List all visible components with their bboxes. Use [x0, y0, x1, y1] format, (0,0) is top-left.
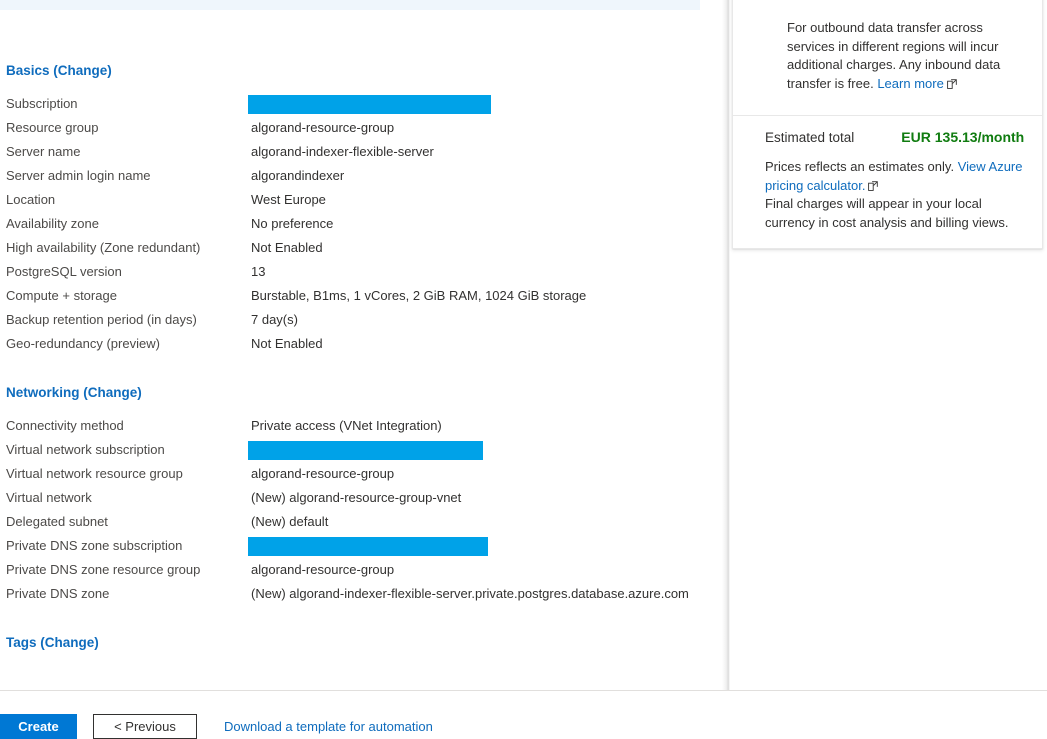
basics-value: Burstable, B1ms, 1 vCores, 2 GiB RAM, 10… — [251, 288, 587, 303]
networking-label: Virtual network resource group — [6, 466, 183, 481]
networking-row: Private DNS zone subscription — [0, 534, 722, 558]
basics-value: 13 — [251, 264, 266, 279]
basics-value: algorand-resource-group — [251, 120, 395, 135]
estimated-total-row: Estimated total EUR 135.13/month — [733, 116, 1042, 158]
basics-change-link[interactable]: Basics (Change) — [6, 63, 112, 78]
basics-label: Availability zone — [6, 216, 99, 231]
networking-label: Private DNS zone — [6, 586, 110, 601]
cost-estimate-panel: Bandwidth For outbound data transfer acr… — [732, 0, 1043, 249]
bandwidth-section-header[interactable]: Bandwidth — [733, 0, 1042, 11]
estimated-total-value: EUR 135.13/month — [901, 129, 1025, 145]
networking-value: (New) algorand-resource-group-vnet — [251, 490, 462, 505]
networking-row: Virtual network subscription — [0, 438, 722, 462]
networking-row: Private DNS zone (New) algorand-indexer-f… — [0, 582, 722, 606]
networking-label: Connectivity method — [6, 418, 124, 433]
networking-change-link[interactable]: Networking (Change) — [6, 385, 142, 400]
external-link-icon — [946, 76, 957, 89]
basics-row: PostgreSQL version 13 — [0, 260, 722, 284]
chevron-up-icon — [747, 0, 763, 2]
networking-label: Virtual network — [6, 490, 92, 505]
basics-label: Resource group — [6, 120, 99, 135]
basics-label: Location — [6, 192, 56, 207]
networking-value: Private access (VNet Integration) — [251, 418, 442, 433]
bandwidth-title: Bandwidth — [773, 0, 842, 2]
basics-row: Subscription — [0, 92, 722, 116]
basics-row: Resource group algorand-resource-group — [0, 116, 722, 140]
basics-value: algorandindexer — [251, 168, 345, 183]
networking-value: algorand-resource-group — [251, 466, 395, 481]
basics-summary-table: Subscription Resource group algorand-resou… — [0, 92, 722, 356]
pricing-disclaimer: Prices reflects an estimates only. View … — [733, 158, 1042, 248]
basics-label: Geo-redundancy (preview) — [6, 336, 160, 351]
networking-row: Private DNS zone resource group algorand-… — [0, 558, 722, 582]
create-button[interactable]: Create — [0, 714, 77, 739]
networking-row: Virtual network (New) algorand-resource-g… — [0, 486, 722, 510]
external-link-icon — [868, 178, 879, 191]
networking-redacted-value — [248, 537, 488, 556]
networking-label: Private DNS zone resource group — [6, 562, 201, 577]
blade-edge-shadow — [722, 0, 730, 738]
basics-row: High availability (Zone redundant) Not En… — [0, 236, 722, 260]
basics-value: 7 day(s) — [251, 312, 298, 327]
basics-value: Not Enabled — [251, 240, 323, 255]
basics-label: High availability (Zone redundant) — [6, 240, 201, 255]
basics-value: Not Enabled — [251, 336, 323, 351]
basics-row: Geo-redundancy (preview) Not Enabled — [0, 332, 722, 356]
bandwidth-description: For outbound data transfer across servic… — [733, 11, 1042, 115]
download-template-link[interactable]: Download a template for automation — [224, 714, 433, 739]
basics-redacted-value — [248, 95, 491, 114]
previous-button[interactable]: < Previous — [93, 714, 197, 739]
networking-label: Private DNS zone subscription — [6, 538, 183, 553]
basics-row: Location West Europe — [0, 188, 722, 212]
networking-label: Virtual network subscription — [6, 442, 165, 457]
disclaimer-line-1: Prices reflects an estimates only. — [765, 159, 955, 174]
networking-row: Connectivity method Private access (VNet … — [0, 414, 722, 438]
basics-label: Server name — [6, 144, 81, 159]
basics-row: Server name algorand-indexer-flexible-ser… — [0, 140, 722, 164]
review-create-content: Basics (Change) Subscription Resource gro… — [0, 0, 722, 690]
basics-row: Availability zone No preference — [0, 212, 722, 236]
networking-value: (New) default — [251, 514, 329, 529]
basics-row: Backup retention period (in days) 7 day(s… — [0, 308, 722, 332]
networking-row: Virtual network resource group algorand-r… — [0, 462, 722, 486]
estimated-total-label: Estimated total — [765, 129, 855, 145]
basics-row: Compute + storage Burstable, B1ms, 1 vCor… — [0, 284, 722, 308]
disclaimer-line-2: Final charges will appear in your local … — [765, 196, 1009, 230]
bandwidth-learn-more-link[interactable]: Learn more — [877, 76, 943, 91]
networking-value: (New) algorand-indexer-flexible-server.p… — [251, 586, 689, 601]
basics-value: algorand-indexer-flexible-server — [251, 144, 434, 159]
basics-value: No preference — [251, 216, 334, 231]
basics-label: Backup retention period (in days) — [6, 312, 197, 327]
tags-change-link[interactable]: Tags (Change) — [6, 635, 99, 650]
basics-label: PostgreSQL version — [6, 264, 122, 279]
basics-label: Server admin login name — [6, 168, 151, 183]
networking-redacted-value — [248, 441, 483, 460]
basics-row: Server admin login name algorandindexer — [0, 164, 722, 188]
wizard-footer: Create < Previous Download a template fo… — [0, 690, 1047, 739]
networking-row: Delegated subnet (New) default — [0, 510, 722, 534]
basics-label: Subscription — [6, 96, 78, 111]
networking-label: Delegated subnet — [6, 514, 108, 529]
networking-value: algorand-resource-group — [251, 562, 395, 577]
basics-value: West Europe — [251, 192, 326, 207]
networking-summary-table: Connectivity method Private access (VNet … — [0, 414, 722, 606]
basics-label: Compute + storage — [6, 288, 117, 303]
